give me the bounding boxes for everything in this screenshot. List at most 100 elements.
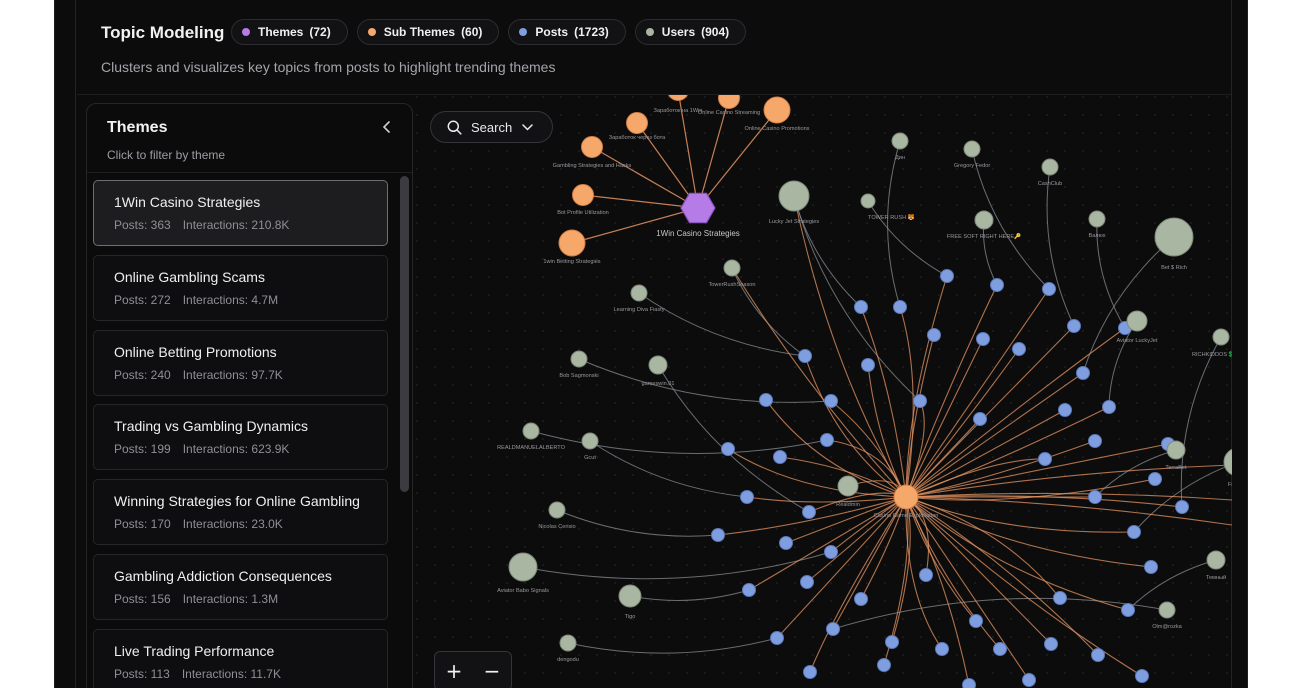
user-label: Lucky Jet Strategies bbox=[769, 219, 820, 225]
theme-card-online-betting-promotions[interactable]: Online Betting Promotions Posts: 240 Inte… bbox=[93, 329, 388, 396]
theme-card-online-gambling-scams[interactable]: Online Gambling Scams Posts: 272 Interact… bbox=[93, 254, 388, 321]
post-node bbox=[919, 568, 933, 582]
subtheme-label: Bot Profile Utilization bbox=[557, 210, 609, 216]
post-node bbox=[1042, 282, 1056, 296]
chip-themes[interactable]: Themes (72) bbox=[231, 19, 348, 45]
post-node bbox=[1053, 591, 1067, 605]
post-node bbox=[877, 658, 891, 672]
chip-count: (904) bbox=[701, 25, 730, 39]
user-node bbox=[1166, 440, 1186, 460]
themes-dot-icon bbox=[242, 28, 250, 36]
theme-list-scrollbar[interactable] bbox=[400, 176, 409, 492]
post-node bbox=[824, 545, 838, 559]
user-node bbox=[1158, 601, 1176, 619]
sub-themes-dot-icon bbox=[367, 28, 376, 36]
post-node bbox=[1088, 434, 1102, 448]
user-label: Nicolas Cerisio bbox=[538, 524, 575, 530]
subtheme-label: Заработок через бота bbox=[609, 135, 666, 141]
user-node bbox=[891, 132, 909, 150]
stat-chips: Themes (72) Sub Themes (60) Posts (1723)… bbox=[231, 19, 747, 45]
user-node bbox=[1154, 217, 1194, 257]
user-node bbox=[860, 193, 876, 209]
user-label: Темный bbox=[1206, 574, 1226, 581]
post-node bbox=[820, 433, 834, 447]
theme-stats: Posts: 240 Interactions: 97.7K bbox=[114, 368, 367, 382]
post-node bbox=[1058, 403, 1072, 417]
theme-posts: Posts: 170 bbox=[114, 517, 171, 532]
subtheme-label: Casino Game Exploitation bbox=[874, 513, 939, 519]
user-node bbox=[630, 284, 648, 302]
theme-card-winning-strategies[interactable]: Winning Strategies for Online Gambling P… bbox=[93, 479, 388, 546]
user-label: Realdmin bbox=[836, 502, 860, 508]
users-dot-icon bbox=[645, 28, 654, 36]
user-label: FREE SOFT RIGHT HERE🔑 bbox=[947, 232, 1021, 240]
post-node bbox=[1148, 472, 1162, 486]
post-node bbox=[1038, 452, 1052, 466]
post-node bbox=[1135, 669, 1149, 683]
zoom-out-button[interactable]: − bbox=[473, 652, 511, 688]
theme-interactions: Interactions: 11.7K bbox=[181, 666, 281, 681]
user-label: REALDMANUELALBERTO bbox=[497, 445, 566, 451]
post-node bbox=[759, 393, 773, 407]
theme-posts: Posts: 363 bbox=[114, 218, 171, 232]
post-node bbox=[1044, 637, 1058, 651]
chip-label: Users bbox=[661, 25, 696, 39]
subtheme-node bbox=[763, 96, 791, 124]
post-node bbox=[1144, 560, 1158, 574]
theme-name: Winning Strategies for Online Gambling bbox=[114, 493, 360, 510]
user-label: Aviator Babo Signals bbox=[497, 588, 549, 594]
post-node bbox=[803, 665, 817, 679]
user-node bbox=[1041, 158, 1059, 176]
theme-posts: Posts: 240 bbox=[114, 367, 171, 382]
page-title: Topic Modeling bbox=[101, 23, 225, 42]
user-node bbox=[508, 552, 538, 582]
theme-name: Live Trading Performance bbox=[114, 642, 275, 659]
theme-name: Trading vs Gambling Dynamics bbox=[114, 418, 308, 435]
graph-canvas[interactable]: Дин Gregory Fedor CashClub Lucky Jet Strate… bbox=[415, 95, 1232, 688]
theme-name: Online Gambling Scams bbox=[114, 268, 265, 285]
post-node bbox=[927, 328, 941, 342]
user-label: dengodu bbox=[557, 657, 579, 663]
theme-card-gambling-addiction[interactable]: Gambling Addiction Consequences Posts: 1… bbox=[93, 553, 388, 620]
user-label: CashClub bbox=[1038, 181, 1063, 187]
theme-stats: Posts: 170 Interactions: 23.0K bbox=[114, 517, 367, 531]
post-node bbox=[802, 505, 816, 519]
user-label: Aviator LuckyJet bbox=[1117, 338, 1158, 344]
user-node bbox=[974, 210, 994, 230]
post-node bbox=[779, 536, 793, 550]
user-label: Olm@rozka bbox=[1152, 624, 1182, 630]
post-node bbox=[1012, 342, 1026, 356]
user-node bbox=[548, 501, 566, 519]
chip-label: Sub Themes bbox=[383, 25, 456, 39]
theme-interactions: Interactions: 23.0K bbox=[182, 517, 283, 532]
theme-interactions: Interactions: 1.3M bbox=[182, 591, 279, 606]
user-label: TOWER RUSH 🐯 bbox=[868, 213, 915, 221]
theme-card-live-trading-performance[interactable]: Live Trading Performance Posts: 113 Inter… bbox=[93, 628, 388, 688]
theme-stats: Posts: 156 Interactions: 1.3M bbox=[114, 592, 367, 606]
user-node bbox=[1206, 550, 1226, 570]
theme-card-1win-casino-strategies[interactable]: 1Win Casino Strategies Posts: 363 Interac… bbox=[93, 180, 388, 246]
chip-posts[interactable]: Posts (1723) bbox=[508, 19, 626, 45]
chevron-left-icon bbox=[382, 121, 390, 133]
post-node bbox=[854, 592, 868, 606]
chip-sub-themes[interactable]: Sub Themes (60) bbox=[356, 19, 500, 45]
post-node bbox=[993, 642, 1007, 656]
collapse-panel-button[interactable] bbox=[376, 116, 398, 138]
user-node bbox=[723, 259, 741, 277]
zoom-in-button[interactable]: + bbox=[435, 652, 473, 688]
post-node bbox=[824, 394, 838, 408]
post-node bbox=[990, 278, 1004, 292]
theme-posts: Posts: 113 bbox=[114, 666, 170, 681]
search-dropdown-button[interactable]: Search bbox=[430, 111, 553, 143]
page-header: Topic Modeling Themes (72) Sub Themes (6… bbox=[101, 18, 1207, 88]
posts-dot-icon bbox=[519, 28, 528, 36]
user-node bbox=[559, 634, 577, 652]
theme-card-trading-vs-gambling[interactable]: Trading vs Gambling Dynamics Posts: 199 I… bbox=[93, 404, 388, 471]
panel-subtitle: Click to filter by theme bbox=[107, 148, 226, 162]
chip-count: (1723) bbox=[574, 25, 609, 39]
network-graph[interactable]: Дин Gregory Fedor CashClub Lucky Jet Strate… bbox=[415, 95, 1232, 688]
user-node bbox=[1212, 328, 1230, 346]
post-node bbox=[861, 358, 875, 372]
chip-users[interactable]: Users (904) bbox=[634, 19, 747, 45]
user-node bbox=[522, 422, 540, 440]
